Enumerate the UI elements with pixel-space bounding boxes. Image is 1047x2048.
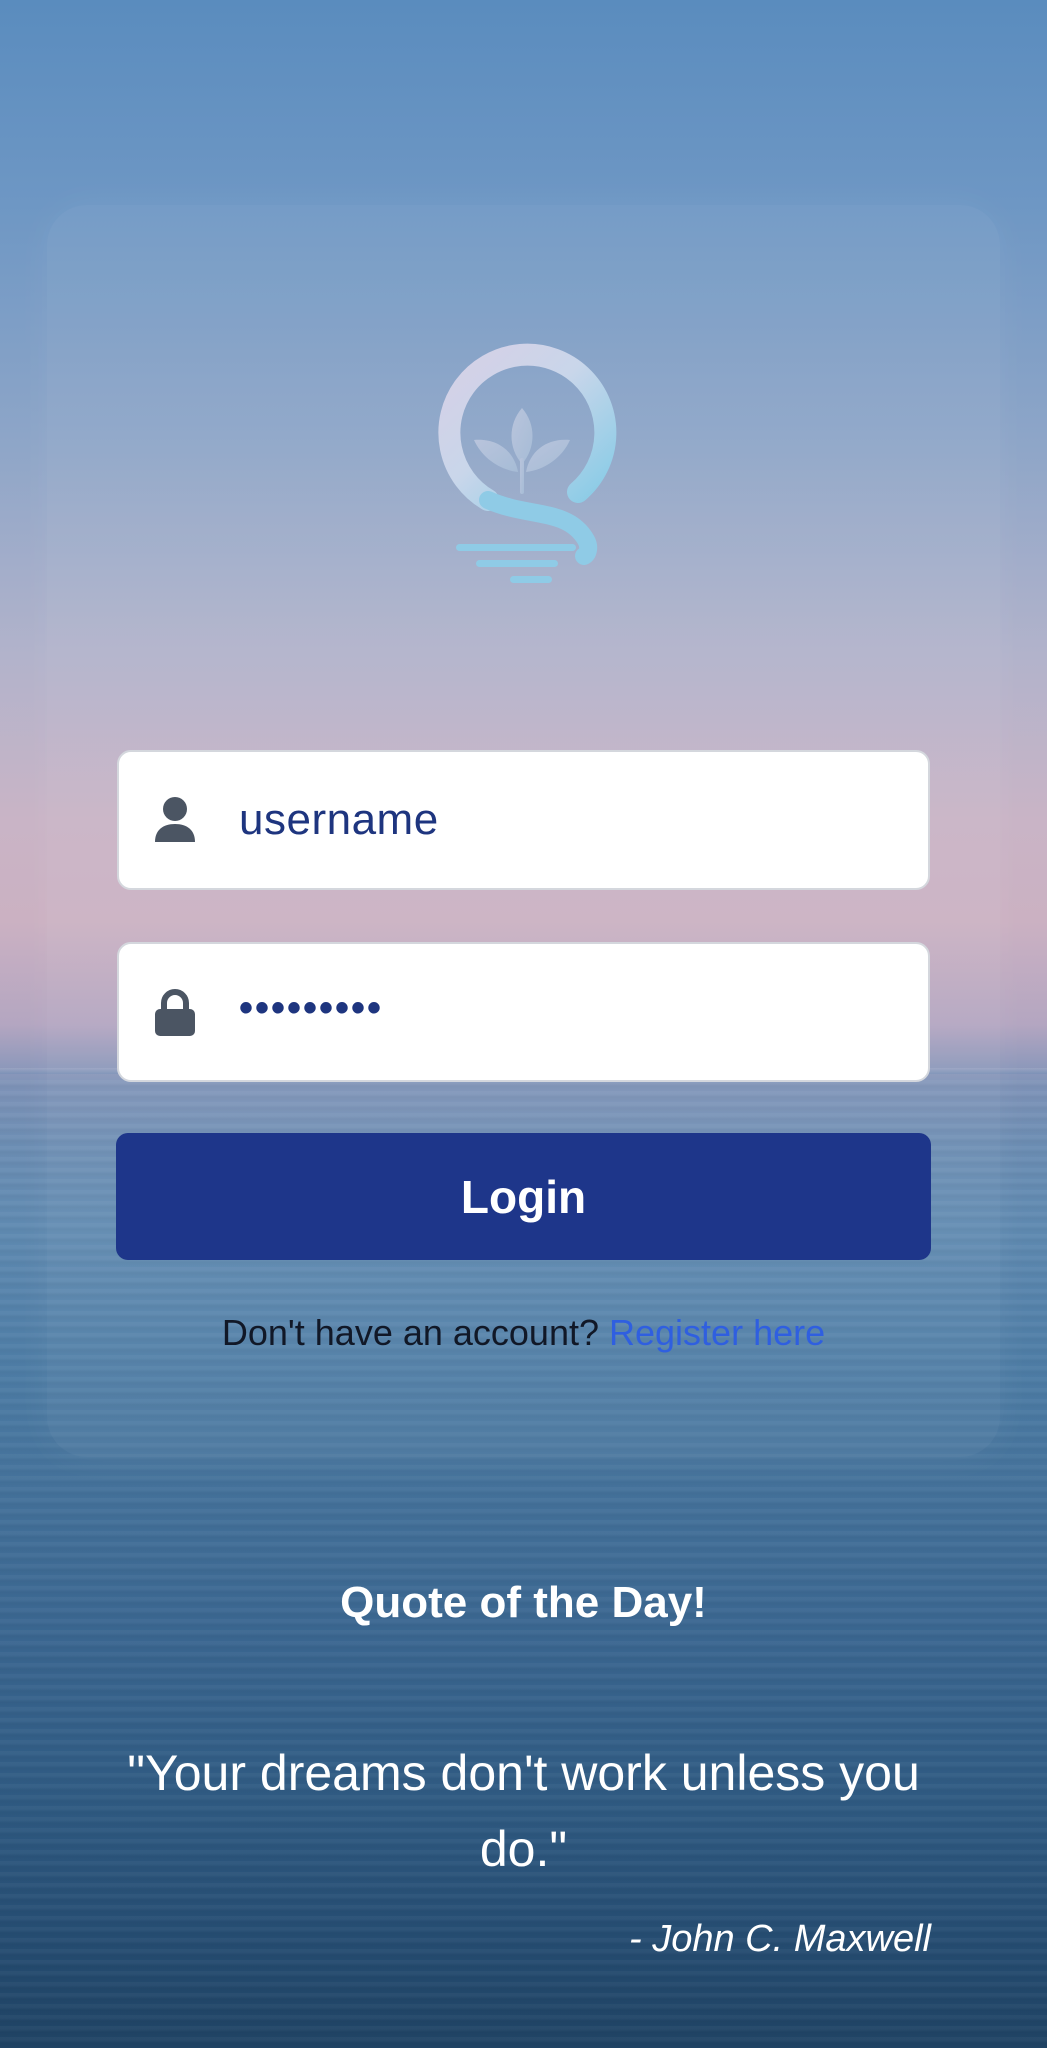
password-field[interactable]: •••••••••: [117, 942, 930, 1082]
quote-author: - John C. Maxwell: [629, 1918, 931, 1960]
app-logo: [418, 340, 628, 590]
username-value: username: [239, 795, 439, 844]
quote-title: Quote of the Day!: [340, 1578, 707, 1627]
register-prompt-row: Don't have an account? Register here: [0, 1312, 1047, 1354]
register-prompt-text: Don't have an account?: [221, 1312, 599, 1353]
user-icon: [153, 796, 197, 844]
sprout-in-q-logo-icon: [438, 343, 617, 583]
quote-text: "Your dreams don't work unless you do.": [127, 1745, 920, 1877]
username-field[interactable]: username: [117, 750, 930, 890]
register-link[interactable]: Register here: [609, 1312, 825, 1353]
login-button[interactable]: Login: [116, 1133, 931, 1260]
lock-icon: [153, 988, 197, 1036]
password-value: •••••••••: [239, 985, 384, 1030]
